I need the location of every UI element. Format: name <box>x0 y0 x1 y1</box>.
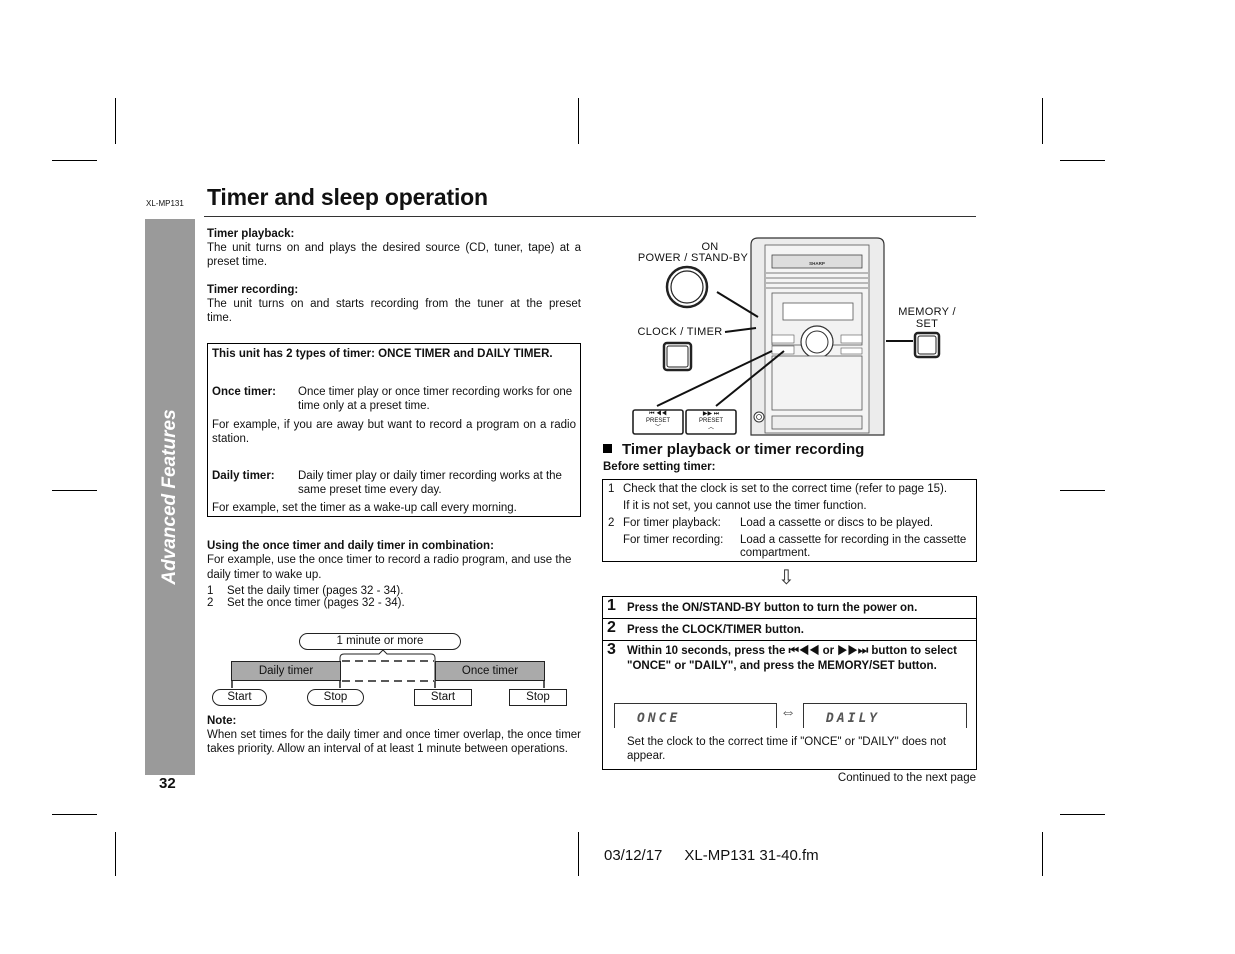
preset-down-button: ⏮ ◀◀ PRESET ﹀ <box>645 411 670 431</box>
before-setting-box: 1 Check that the clock is set to the corr… <box>602 479 977 562</box>
combination-heading: Using the once timer and daily timer in … <box>207 540 494 552</box>
crop-mark <box>115 832 116 876</box>
once-stop-label: Stop <box>509 689 567 706</box>
daily-start-label: Start <box>212 689 267 706</box>
down-arrow-icon: ⇩ <box>778 567 795 589</box>
page-title: Timer and sleep operation <box>207 184 488 210</box>
once-timer-example: For example, if you are away but want to… <box>212 419 576 445</box>
step-2: 2 Press the CLOCK/TIMER button. <box>603 619 976 641</box>
combination-section: Using the once timer and daily timer in … <box>207 539 581 609</box>
steps-box: 1 Press the ON/STAND-BY button to turn th… <box>602 596 977 770</box>
combination-step: 1 Set the daily timer (pages 32 - 34). <box>207 585 404 597</box>
title-rule <box>204 216 976 217</box>
timer-recording-section: Timer recording: The unit turns on and s… <box>207 283 581 325</box>
before-item: 1 Check that the clock is set to the corr… <box>608 483 948 495</box>
crop-mark <box>52 160 97 161</box>
once-timer-label: Once timer: <box>212 386 276 398</box>
crop-mark <box>1042 832 1043 876</box>
swap-arrow-icon: ⇔ <box>780 704 796 721</box>
timer-recording-body: The unit turns on and starts recording f… <box>207 298 581 324</box>
footer-date: 03/12/17 <box>604 847 663 864</box>
unit-front-illustration: ON POWER / STAND-BY CLOCK / TIMER MEMORY… <box>600 235 980 440</box>
step-1: 1 Press the ON/STAND-BY button to turn th… <box>603 597 976 619</box>
timer-types-heading: This unit has 2 types of timer: ONCE TIM… <box>212 348 553 360</box>
note-section: Note: When set times for the daily timer… <box>207 714 581 756</box>
model-code: XL-MP131 <box>146 199 184 208</box>
svg-text:SHARP: SHARP <box>809 261 825 266</box>
crop-mark <box>115 98 116 144</box>
daily-timer-bar: Daily timer <box>231 661 341 681</box>
square-bullet-icon <box>603 444 612 453</box>
before-item: For timer recording: Load a cassette for … <box>623 534 967 559</box>
combination-body: For example, use the once timer to recor… <box>207 554 572 581</box>
before-setting-heading: Before setting timer: <box>603 461 716 473</box>
once-timer-desc: Once timer play or once timer recording … <box>298 386 573 412</box>
timer-playback-heading: Timer playback: <box>207 228 295 240</box>
once-start-label: Start <box>414 689 472 706</box>
timer-types-box: This unit has 2 types of timer: ONCE TIM… <box>207 343 581 517</box>
timer-playback-body: The unit turns on and plays the desired … <box>207 242 581 268</box>
footer: 03/12/17 XL-MP131 31-40.fm <box>604 847 819 864</box>
crop-mark <box>578 98 579 144</box>
step3-note: Set the clock to the correct time if "ON… <box>627 736 947 762</box>
crop-mark <box>1060 814 1105 815</box>
preset-up-button: ▶▶ ⏭ PRESET ︿ <box>698 411 723 431</box>
lcd-once-display: ONCE <box>614 703 777 728</box>
crop-mark <box>1060 490 1105 491</box>
crop-mark <box>52 814 97 815</box>
section-side-tab: Advanced Features <box>145 219 195 775</box>
crop-mark <box>52 490 97 491</box>
timer-recording-heading: Timer recording: <box>207 284 299 296</box>
once-timer-bar: Once timer <box>435 661 545 681</box>
section-label: Advanced Features <box>159 409 180 585</box>
timer-playback-section: Timer playback: The unit turns on and pl… <box>207 227 581 269</box>
unit-drawing: SHARP <box>632 237 941 436</box>
crop-mark <box>1060 160 1105 161</box>
combination-step: 2 Set the once timer (pages 32 - 34). <box>207 597 405 609</box>
daily-stop-label: Stop <box>307 689 364 706</box>
before-item: 2 For timer playback: Load a cassette or d… <box>608 517 934 529</box>
footer-filename: XL-MP131 31-40.fm <box>684 847 819 864</box>
crop-mark <box>1042 98 1043 144</box>
daily-timer-desc: Daily timer play or daily timer recordin… <box>298 470 562 496</box>
crop-mark <box>578 832 579 876</box>
lcd-daily-display: DAILY <box>803 703 967 728</box>
note-body: When set times for the daily timer and o… <box>207 729 581 755</box>
step-3: 3 Within 10 seconds, press the ⏮◀◀ or ▶▶⏭… <box>603 641 976 769</box>
daily-timer-example: For example, set the timer as a wake-up … <box>212 502 517 514</box>
timer-overlap-diagram: 1 minute or more Daily timer Once timer … <box>205 630 580 710</box>
continued-note: Continued to the next page <box>837 772 976 784</box>
section-heading: Timer playback or timer recording <box>603 441 976 458</box>
before-item: If it is not set, you cannot use the tim… <box>623 500 867 512</box>
note-heading: Note: <box>207 715 237 727</box>
combination-steps: 1 Set the daily timer (pages 32 - 34). 2S… <box>207 585 581 609</box>
page-number: 32 <box>159 775 176 792</box>
daily-timer-label: Daily timer: <box>212 470 275 482</box>
